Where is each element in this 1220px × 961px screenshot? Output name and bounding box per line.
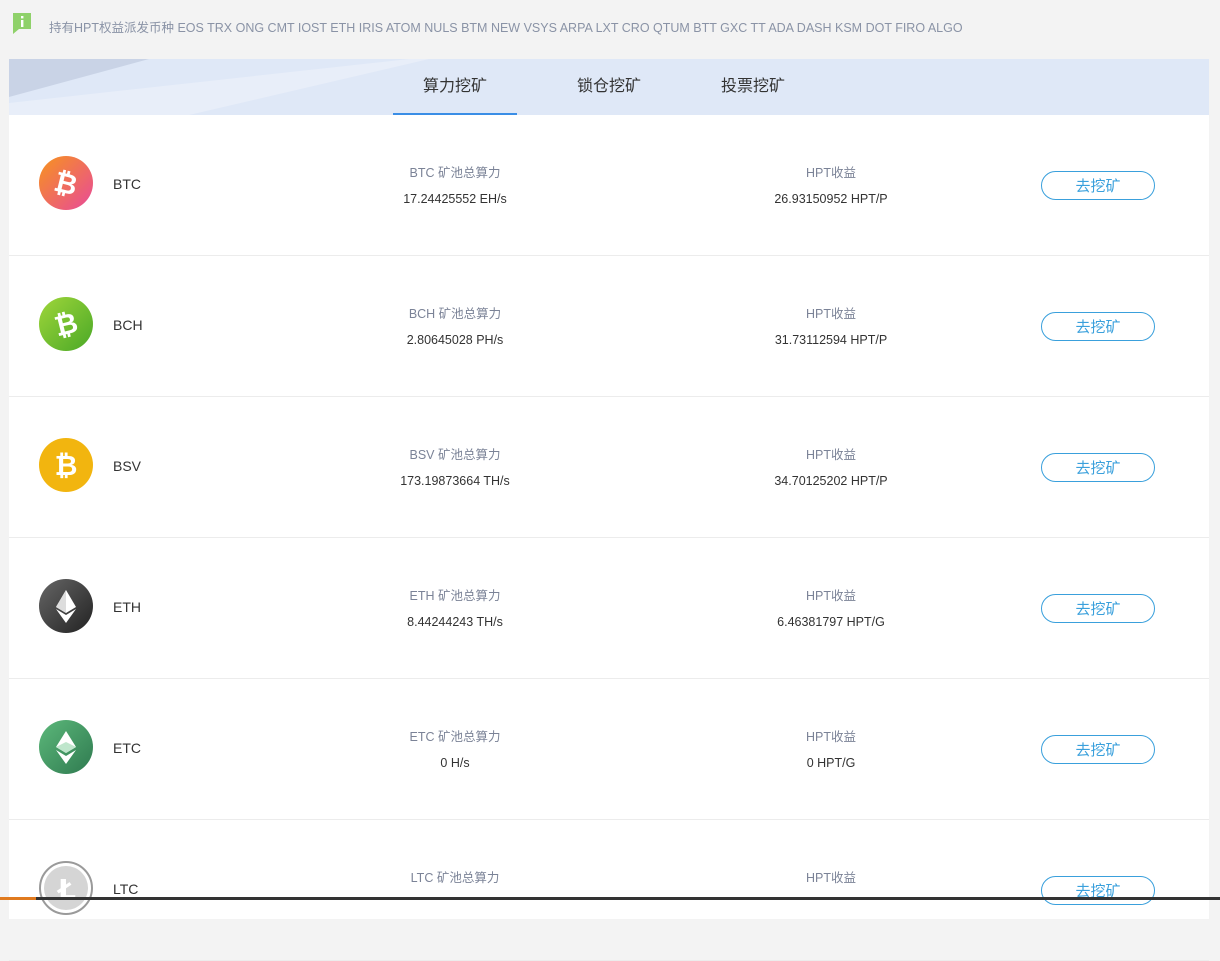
- info-bubble-icon: [13, 13, 31, 34]
- notice-text: 持有HPT权益派发币种 EOS TRX ONG CMT IOST ETH IRI…: [49, 21, 963, 35]
- svg-text:Ł: Ł: [56, 873, 76, 906]
- reward-value: 31.73112594 HPT/P: [774, 333, 888, 347]
- bitcoin-sv-icon: ₿: [39, 438, 93, 492]
- reward-value: 26.93150952 HPT/P: [774, 192, 888, 206]
- coin-row-ltc: Ł LTC LTC 矿池总算力 HPT收益 去挖矿: [9, 820, 1209, 961]
- hashrate-value: 17.24425552 EH/s: [403, 192, 507, 206]
- hashrate-value: 173.19873664 TH/s: [400, 474, 510, 488]
- bitcoin-cash-icon: ₿: [39, 297, 93, 351]
- hashrate-label: BCH 矿池总算力: [408, 307, 502, 321]
- notice-bar: 持有HPT权益派发币种 EOS TRX ONG CMT IOST ETH IRI…: [0, 0, 1220, 58]
- tab-lockup-mining[interactable]: 锁仓挖矿: [547, 59, 671, 115]
- coin-name: BTC: [113, 176, 141, 192]
- tabbar-decoration: [9, 59, 429, 115]
- go-mining-button-btc[interactable]: 去挖矿: [1041, 171, 1155, 200]
- reward-value: 6.46381797 HPT/G: [777, 615, 885, 629]
- reward-label: HPT收益: [805, 589, 856, 603]
- go-mining-button-eth[interactable]: 去挖矿: [1041, 594, 1155, 623]
- coin-name: BSV: [113, 458, 142, 474]
- bitcoin-icon: ₿: [39, 156, 93, 210]
- go-mining-button-ltc[interactable]: 去挖矿: [1041, 876, 1155, 905]
- litecoin-icon: Ł: [39, 861, 93, 915]
- coin-row-etc: ETC ETC 矿池总算力 0 H/s HPT收益 0 HPT/G 去挖矿: [9, 679, 1209, 820]
- hashrate-value: 2.80645028 PH/s: [406, 333, 504, 347]
- mining-panel: 算力挖矿 锁仓挖矿 投票挖矿 ₿ BTC BTC 矿池总算力 17.244255…: [9, 59, 1209, 961]
- go-mining-button-bsv[interactable]: 去挖矿: [1041, 453, 1155, 482]
- hashrate-label: LTC 矿池总算力: [410, 871, 500, 885]
- coin-name: BCH: [113, 317, 143, 333]
- coin-name: ETC: [113, 740, 141, 756]
- hashrate-label: ETC 矿池总算力: [409, 730, 501, 744]
- hashrate-value: 8.44244243 TH/s: [407, 615, 503, 629]
- ethereum-classic-icon: [39, 720, 93, 774]
- hashrate-label: BTC 矿池总算力: [409, 166, 501, 180]
- reward-label: HPT收益: [805, 448, 856, 462]
- coin-row-btc: ₿ BTC BTC 矿池总算力 17.24425552 EH/s HPT收益 2…: [9, 115, 1209, 256]
- go-mining-button-etc[interactable]: 去挖矿: [1041, 735, 1155, 764]
- reward-label: HPT收益: [805, 730, 856, 744]
- reward-value: 0 HPT/G: [806, 756, 856, 770]
- tab-bar: 算力挖矿 锁仓挖矿 投票挖矿: [9, 59, 1209, 115]
- go-mining-button-bch[interactable]: 去挖矿: [1041, 312, 1155, 341]
- svg-text:₿: ₿: [55, 449, 78, 482]
- hashrate-value: 0 H/s: [440, 756, 470, 770]
- coin-row-eth: ETH ETH 矿池总算力 8.44244243 TH/s HPT收益 6.46…: [9, 538, 1209, 679]
- reward-value: 34.70125202 HPT/P: [774, 474, 888, 488]
- coin-row-bch: ₿ BCH BCH 矿池总算力 2.80645028 PH/s HPT收益 31…: [9, 256, 1209, 397]
- coin-name: ETH: [113, 599, 141, 615]
- reward-label: HPT收益: [805, 307, 856, 321]
- coin-name: LTC: [113, 881, 139, 897]
- reward-label: HPT收益: [805, 871, 856, 885]
- hashrate-label: BSV 矿池总算力: [409, 448, 501, 462]
- reward-label: HPT收益: [805, 166, 856, 180]
- coin-row-bsv: ₿ BSV BSV 矿池总算力 173.19873664 TH/s HPT收益 …: [9, 397, 1209, 538]
- ethereum-icon: [39, 579, 93, 633]
- tab-voting-mining[interactable]: 投票挖矿: [691, 59, 815, 115]
- tab-hashpower-mining[interactable]: 算力挖矿: [393, 59, 517, 115]
- hashrate-label: ETH 矿池总算力: [409, 589, 501, 603]
